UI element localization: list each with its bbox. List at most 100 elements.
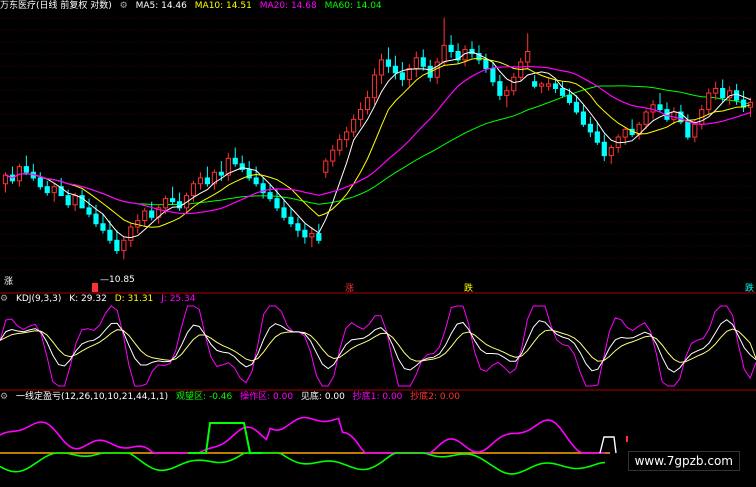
candle-body [295, 223, 301, 231]
ma10-line [5, 57, 751, 228]
ma60-line [5, 85, 751, 206]
candle-body [552, 83, 559, 89]
candle-body [309, 233, 315, 238]
stock-chart-window: 万东医疗(日线 前复权 对数) ⚙ MA5: 14.46 MA10: 14.51… [0, 0, 756, 487]
ma20-line [5, 65, 751, 215]
candle-body [371, 74, 378, 99]
chaodi2-value: 抄底2: 0.00 [410, 392, 460, 402]
ma60-line [5, 85, 751, 206]
signal-zhang: 涨 [345, 284, 355, 294]
candle-body [302, 229, 308, 238]
kdj-k-line [0, 319, 756, 373]
candle-body [330, 149, 336, 162]
signal-right: 跌 [745, 284, 755, 294]
indicator-green-line [0, 452, 606, 475]
candle-body [316, 233, 322, 241]
candle-body [2, 174, 9, 185]
kdj-header: ⚙ KDJ(9,3,3) K: 29.32 D: 31.31 J: 25.34 [0, 293, 200, 305]
gear-icon[interactable]: ⚙ [120, 1, 128, 11]
candle-body [706, 92, 712, 111]
gear-icon[interactable]: ⚙ [0, 392, 8, 402]
candle-body [107, 229, 113, 241]
candle-body [142, 210, 148, 222]
candle-body [65, 195, 71, 206]
jiandi-value: 见底: 0.00 [300, 392, 345, 402]
chart-canvas[interactable] [0, 0, 756, 487]
candle-body [539, 83, 545, 87]
kdj-title: KDJ(9,3,3) [15, 294, 62, 304]
candle-body [490, 67, 496, 83]
candle-body [378, 59, 385, 76]
indicator-title: 一线定盈亏(12,26,10,10,21,44,1,1) [15, 392, 169, 402]
candle-body [573, 101, 580, 113]
candle-body [232, 157, 238, 165]
candle-body [128, 226, 134, 241]
candle-body [274, 198, 280, 209]
candle-body [657, 104, 663, 111]
watermark: www.7gpzb.com [627, 451, 740, 471]
candle-body [685, 121, 691, 138]
candle-body [44, 186, 50, 194]
candle-body [608, 147, 614, 157]
candle-body [267, 192, 273, 200]
candle-body [253, 177, 259, 185]
candle-body [121, 239, 127, 252]
candle-body [149, 210, 155, 218]
price-header: 万东医疗(日线 前复权 对数) ⚙ MA5: 14.46 MA10: 14.51… [0, 0, 387, 12]
candle-body [281, 207, 287, 218]
low-price-value: 10.85 [109, 275, 135, 285]
indicator-header: ⚙ 一线定盈亏(12,26,10,10,21,44,1,1) 观望区: -0.4… [0, 391, 465, 403]
indicator-panel[interactable] [0, 416, 628, 475]
kdj-panel[interactable] [0, 305, 756, 387]
candle-body [351, 118, 357, 133]
candle-body [204, 177, 210, 185]
kdj-d-line [0, 328, 756, 363]
candle-body [671, 111, 677, 120]
kdj-k-value: K: 29.32 [69, 294, 107, 304]
candle-body [420, 57, 426, 67]
candle-body [546, 83, 552, 87]
ma10-label: MA10: 14.51 [194, 1, 252, 11]
candle-body [385, 59, 392, 67]
candle-body [504, 90, 510, 96]
candle-body [594, 131, 600, 143]
signal-left: 涨 [4, 277, 14, 287]
caozuo-value: 操作区: 0.00 [240, 392, 294, 402]
candle-body [566, 94, 573, 103]
candle-body [406, 67, 412, 80]
candle-body [643, 111, 649, 125]
low-price-label: —10.85 [100, 275, 135, 285]
candle-body [358, 109, 364, 120]
chaodi1-value: 抄底1: 0.00 [352, 392, 403, 402]
candle-body [734, 90, 740, 101]
ma60-label: MA60: 14.04 [324, 1, 382, 11]
candle-body [713, 87, 719, 94]
candle-body [218, 171, 224, 176]
gear-icon[interactable]: ⚙ [0, 294, 8, 304]
candle-body [483, 59, 489, 69]
indicator-white-step [599, 436, 617, 454]
candle-body [114, 239, 120, 252]
candle-body [190, 183, 197, 197]
candle-body [23, 166, 29, 173]
candle-body [93, 213, 99, 225]
candle-body [170, 198, 176, 203]
candle-body [720, 87, 726, 99]
candle-body [413, 57, 419, 69]
candle-body [100, 223, 106, 231]
price-grid [0, 17, 756, 271]
candle-body [559, 87, 566, 96]
candle-body [532, 81, 538, 87]
candle-body [580, 111, 586, 125]
candle-body [337, 139, 343, 151]
kdj-d-value: D: 31.31 [114, 294, 154, 304]
candle-body [525, 51, 531, 63]
signal-marks [92, 283, 98, 292]
candle-body [163, 198, 169, 209]
candle-body [344, 131, 350, 141]
candle-body [288, 216, 294, 225]
candle-body [197, 177, 204, 185]
candle-body [135, 220, 141, 228]
candle-body [692, 123, 698, 138]
candle-body [650, 104, 656, 113]
